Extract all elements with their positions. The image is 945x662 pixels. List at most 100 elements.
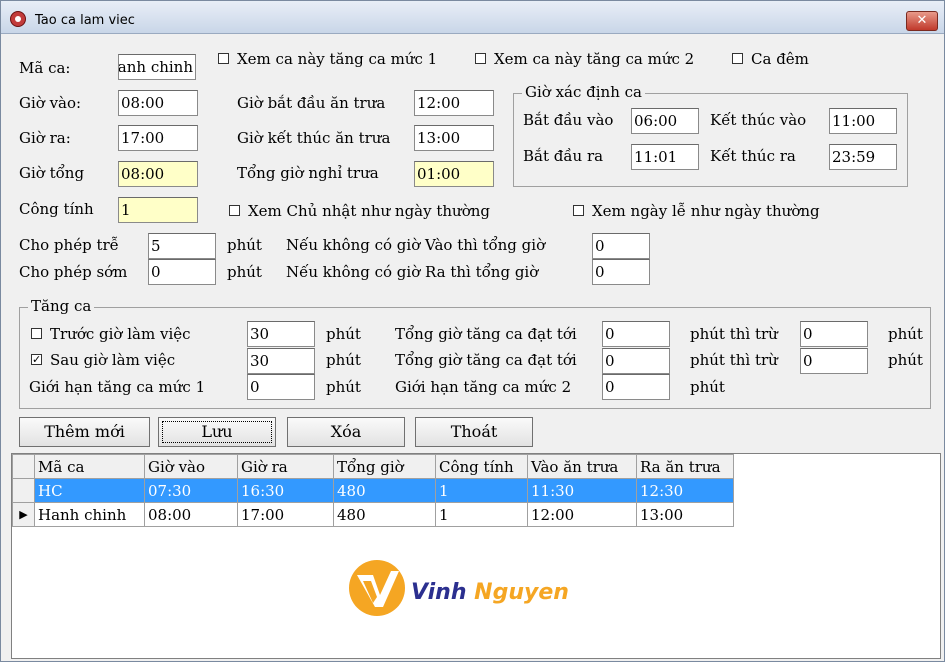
gio-tong-label: Giờ tổng — [19, 164, 85, 182]
night-shift-checkbox[interactable]: Ca đêm — [732, 50, 809, 68]
end-out-input[interactable]: 23:59 — [829, 144, 897, 170]
table-header-row: Mã ca Giờ vào Giờ ra Tổng giờ Công tính … — [12, 454, 734, 479]
lunch-total-input[interactable]: 01:00 — [414, 161, 494, 187]
vinh-nguyen-logo: Vinh Nguyen — [347, 557, 607, 619]
deduct2-unit: phút — [888, 351, 923, 369]
overtime-after-input[interactable]: 30 — [247, 348, 315, 374]
deduct1-input[interactable]: 0 — [800, 321, 868, 347]
sunday-checkbox[interactable]: Xem Chủ nhật như ngày thường — [229, 202, 490, 220]
table-cell[interactable]: 1 — [435, 478, 528, 503]
limit1-input[interactable]: 0 — [247, 374, 315, 400]
end-out-label: Kết thúc ra — [710, 147, 796, 165]
determine-shift-caption: Giờ xác định ca — [522, 83, 645, 101]
limit2-label: Giới hạn tăng ca mức 2 — [395, 378, 572, 396]
ma-ca-input[interactable]: Hanh chinh — [118, 54, 196, 80]
app-icon — [10, 11, 26, 27]
deduct2-input[interactable]: 0 — [800, 348, 868, 374]
column-header[interactable]: Công tính — [435, 454, 528, 479]
table-cell[interactable]: 07:30 — [144, 478, 238, 503]
table-cell[interactable]: Hanh chinh — [34, 502, 145, 527]
checkbox-empty-icon — [475, 52, 486, 64]
table-cell[interactable]: 11:30 — [527, 478, 637, 503]
delete-button[interactable]: Xóa — [287, 417, 405, 447]
start-out-label: Bắt đầu ra — [523, 147, 604, 165]
add-button[interactable]: Thêm mới — [19, 417, 150, 447]
reach1-input[interactable]: 0 — [602, 321, 670, 347]
gio-ra-input[interactable]: 17:00 — [118, 125, 198, 151]
column-header[interactable]: Vào ăn trưa — [527, 454, 637, 479]
allow-late-label: Cho phép trễ — [19, 236, 119, 254]
close-button[interactable]: ✕ — [906, 11, 938, 31]
current-row-marker-icon[interactable]: ▶ — [12, 502, 35, 527]
table-cell[interactable]: 12:30 — [636, 478, 734, 503]
reach2-label: Tổng giờ tăng ca đạt tới — [395, 351, 577, 369]
allow-early-input[interactable]: 0 — [148, 259, 216, 285]
lunch-end-input[interactable]: 13:00 — [414, 125, 494, 151]
checkbox-empty-icon — [732, 52, 743, 64]
table-row[interactable]: HC 07:30 16:30 480 1 11:30 12:30 — [12, 478, 734, 503]
shift-table: Mã ca Giờ vào Giờ ra Tổng giờ Công tính … — [12, 454, 734, 527]
table-cell[interactable]: 1 — [435, 502, 528, 527]
table-cell[interactable]: 480 — [333, 502, 436, 527]
start-out-input[interactable]: 11:01 — [631, 144, 699, 170]
cong-tinh-label: Công tính — [19, 200, 94, 218]
no-in-input[interactable]: 0 — [592, 233, 650, 259]
gio-vao-label: Giờ vào: — [19, 94, 82, 112]
table-cell[interactable]: HC — [34, 478, 145, 503]
checkbox-empty-icon — [218, 52, 229, 64]
column-header[interactable]: Mã ca — [34, 454, 145, 479]
column-header[interactable]: Ra ăn trưa — [636, 454, 734, 479]
row-header-corner — [12, 454, 35, 479]
checkbox-empty-icon — [31, 327, 42, 339]
start-in-input[interactable]: 06:00 — [631, 108, 699, 134]
allow-early-label: Cho phép sớm — [19, 263, 128, 281]
overtime-before-input[interactable]: 30 — [247, 321, 315, 347]
deduct1-label: phút thì trừ — [690, 325, 778, 343]
column-header[interactable]: Giờ vào — [144, 454, 238, 479]
gio-ra-label: Giờ ra: — [19, 129, 71, 147]
allow-late-unit: phút — [227, 236, 262, 254]
limit2-unit: phút — [690, 378, 725, 396]
deduct1-unit: phút — [888, 325, 923, 343]
table-row[interactable]: ▶ Hanh chinh 08:00 17:00 480 1 12:00 13:… — [12, 502, 734, 527]
overtime2-checkbox[interactable]: Xem ca này tăng ca mức 2 — [475, 50, 694, 68]
checkbox-empty-icon — [229, 204, 240, 216]
title-bar: Tao ca lam viec ✕ — [1, 1, 944, 34]
cong-tinh-input[interactable]: 1 — [118, 197, 198, 223]
allow-early-unit: phút — [227, 263, 262, 281]
allow-late-input[interactable]: 5 — [148, 233, 216, 259]
limit1-label: Giới hạn tăng ca mức 1 — [29, 378, 206, 396]
no-in-label: Nếu không có giờ Vào thì tổng giờ — [286, 236, 546, 254]
column-header[interactable]: Tổng giờ — [333, 454, 436, 479]
lunch-start-input[interactable]: 12:00 — [414, 90, 494, 116]
row-header[interactable] — [12, 478, 35, 503]
checkbox-checked-icon: ✓ — [31, 352, 42, 366]
no-out-input[interactable]: 0 — [592, 259, 650, 285]
overtime-after-checkbox[interactable]: ✓ Sau giờ làm việc — [31, 351, 175, 369]
gio-tong-input[interactable]: 08:00 — [118, 161, 198, 187]
limit1-unit: phút — [326, 378, 361, 396]
table-cell[interactable]: 17:00 — [237, 502, 334, 527]
lunch-end-label: Giờ kết thúc ăn trưa — [237, 129, 391, 147]
end-in-input[interactable]: 11:00 — [829, 108, 897, 134]
limit2-input[interactable]: 0 — [602, 374, 670, 400]
start-in-label: Bắt đầu vào — [523, 111, 614, 129]
table-cell[interactable]: 12:00 — [527, 502, 637, 527]
overtime-before-checkbox[interactable]: Trước giờ làm việc — [31, 325, 191, 343]
lunch-total-label: Tổng giờ nghỉ trưa — [237, 164, 379, 182]
exit-button[interactable]: Thoát — [415, 417, 533, 447]
holiday-checkbox[interactable]: Xem ngày lễ như ngày thường — [573, 202, 820, 220]
reach2-input[interactable]: 0 — [602, 348, 670, 374]
overtime1-checkbox[interactable]: Xem ca này tăng ca mức 1 — [218, 50, 437, 68]
table-cell[interactable]: 13:00 — [636, 502, 734, 527]
shift-grid[interactable]: Mã ca Giờ vào Giờ ra Tổng giờ Công tính … — [11, 453, 941, 659]
save-button[interactable]: Lưu — [158, 417, 276, 447]
table-cell[interactable]: 16:30 — [237, 478, 334, 503]
gio-vao-input[interactable]: 08:00 — [118, 90, 198, 116]
table-cell[interactable]: 08:00 — [144, 502, 238, 527]
reach1-label: Tổng giờ tăng ca đạt tới — [395, 325, 577, 343]
overtime-caption: Tăng ca — [28, 297, 95, 315]
end-in-label: Kết thúc vào — [710, 111, 807, 129]
table-cell[interactable]: 480 — [333, 478, 436, 503]
column-header[interactable]: Giờ ra — [237, 454, 334, 479]
